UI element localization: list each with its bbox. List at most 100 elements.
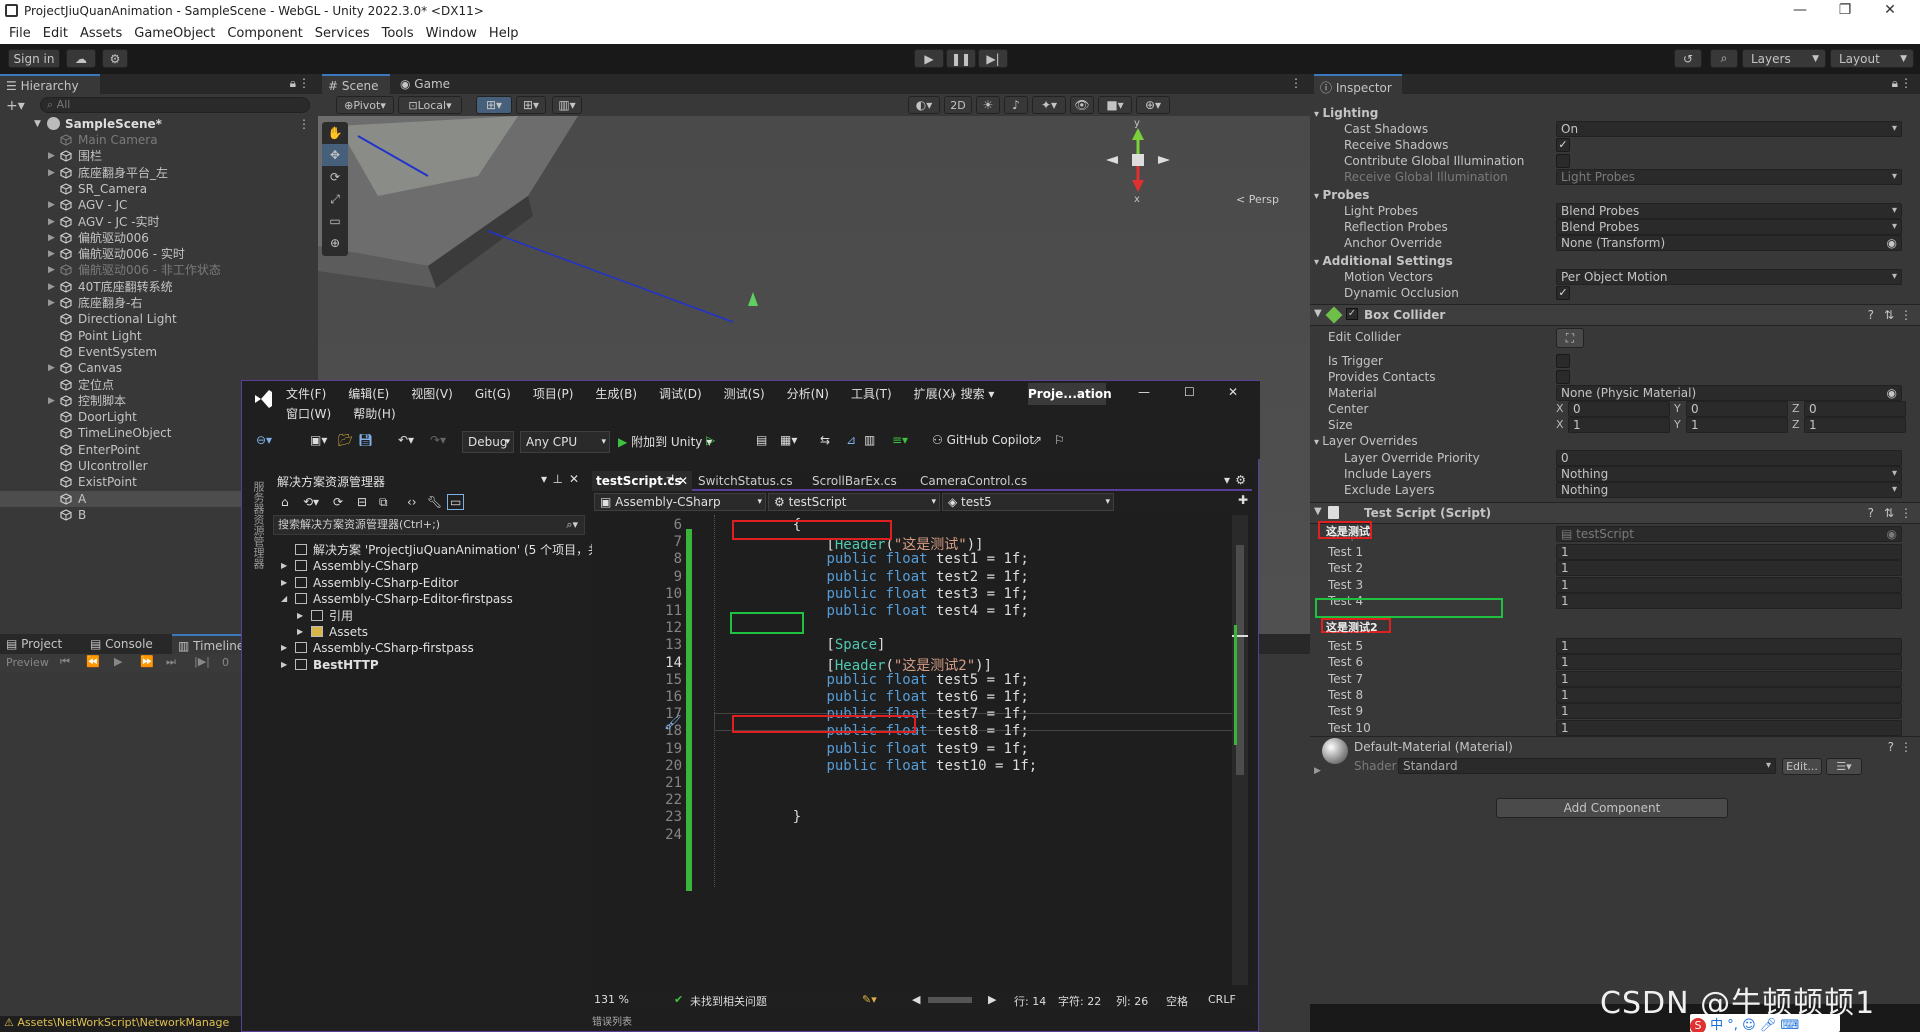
solution-tree-item[interactable]: ▶ Assembly-CSharp bbox=[273, 557, 585, 575]
vs-menu-git[interactable]: Git(G) bbox=[475, 387, 511, 401]
lock-icon[interactable]: 🔒︎ bbox=[290, 76, 296, 91]
test-field-input[interactable]: 1 bbox=[1556, 576, 1902, 593]
gizmos-icon[interactable]: ⊕▾ bbox=[1136, 96, 1170, 114]
home-icon[interactable]: ⌂ bbox=[281, 495, 289, 509]
orientation-gizmo[interactable]: y x bbox=[1098, 118, 1178, 205]
horizontal-scrollbar[interactable] bbox=[928, 997, 972, 1003]
exclude-layers-dropdown[interactable]: Nothing bbox=[1556, 482, 1902, 498]
scene-more-icon[interactable]: ⋮ bbox=[298, 116, 310, 132]
scale-tool-icon[interactable]: ⤢ bbox=[322, 188, 348, 210]
pivot-dropdown[interactable]: ⊕ Pivot ▾ bbox=[336, 96, 394, 114]
line-ending[interactable]: CRLF bbox=[1208, 993, 1236, 1006]
vs-menu-build[interactable]: 生成(B) bbox=[595, 387, 637, 401]
preview-selected-icon[interactable]: ▭ bbox=[447, 494, 465, 510]
expand-arrow-icon[interactable]: ▶ bbox=[48, 393, 55, 409]
save-icon[interactable]: 💾︎ bbox=[358, 433, 373, 447]
effects-toggle-icon[interactable]: ✦▾ bbox=[1032, 96, 1066, 114]
redo-icon[interactable]: ↷▾ bbox=[430, 433, 446, 447]
test-field-input[interactable]: 1 bbox=[1556, 592, 1902, 609]
hierarchy-item[interactable]: ▶ 偏航驱动006 - 实时 bbox=[0, 246, 318, 262]
center-input[interactable]: 0 bbox=[1568, 401, 1670, 417]
hierarchy-item[interactable]: ▶ 偏航驱动006 bbox=[0, 230, 318, 246]
test-field-input[interactable]: 1 bbox=[1556, 544, 1902, 560]
vs-menu-help[interactable]: 帮助(H) bbox=[353, 407, 395, 421]
frame-counter[interactable]: 0 bbox=[222, 656, 229, 669]
open-file-icon[interactable]: 📂︎ bbox=[338, 433, 353, 447]
toolbar-icon-c[interactable]: ⇆ bbox=[820, 433, 830, 447]
solution-tree-item[interactable]: ▶ Assembly-CSharp-firstpass bbox=[273, 639, 585, 657]
github-copilot-button[interactable]: ⚇ GitHub Copilot bbox=[932, 433, 1034, 447]
class-dropdown[interactable]: ⚙ testScript ▾ bbox=[768, 493, 940, 511]
new-item-icon[interactable]: ▣▾ bbox=[310, 433, 327, 447]
expand-arrow-icon[interactable]: ▶ bbox=[48, 197, 55, 213]
undo-icon[interactable]: ↶▾ bbox=[398, 433, 414, 447]
split-editor-icon[interactable]: ✚ bbox=[1238, 493, 1248, 507]
ime-emoji-icon[interactable]: ☺ bbox=[1742, 1018, 1756, 1032]
hierarchy-item[interactable]: ▶ 围栏 bbox=[0, 148, 318, 164]
probes-header[interactable]: Probes bbox=[1314, 188, 1370, 202]
toolbar-icon-b[interactable]: ▦▾ bbox=[780, 433, 797, 447]
tab-switchstatus[interactable]: SwitchStatus.cs bbox=[698, 474, 793, 488]
material-more-icon[interactable]: ⋮ bbox=[1900, 740, 1912, 754]
expand-arrow-icon[interactable]: ▶ bbox=[48, 214, 55, 230]
help-icon[interactable]: ? bbox=[1868, 308, 1874, 322]
minimize-button[interactable]: — bbox=[1780, 2, 1820, 18]
shader-list-icon[interactable]: ☰▾ bbox=[1826, 758, 1862, 775]
hand-tool-icon[interactable]: ✋ bbox=[322, 122, 348, 144]
dynamic-occlusion-checkbox[interactable]: ✓ bbox=[1556, 286, 1570, 300]
edit-shader-button[interactable]: Edit... bbox=[1782, 758, 1822, 775]
solution-tree-item[interactable]: ◢ Assembly-CSharp-Editor-firstpass bbox=[273, 590, 585, 608]
rotate-tool-icon[interactable]: ⟳ bbox=[322, 166, 348, 188]
settings-gear-icon[interactable]: ⚙ bbox=[1235, 473, 1246, 487]
move-tool-icon[interactable]: ✥ bbox=[322, 144, 348, 166]
is-trigger-checkbox[interactable] bbox=[1556, 354, 1570, 368]
object-picker-icon[interactable]: ◉ bbox=[1887, 236, 1897, 250]
code-line[interactable]: public float test1 = 1f; bbox=[759, 551, 1028, 567]
close-tab-icon[interactable]: ✕ bbox=[678, 474, 688, 488]
rect-tool-icon[interactable]: ▭ bbox=[322, 210, 348, 232]
preview-button[interactable]: Preview bbox=[6, 656, 49, 669]
layer-overrides-foldout[interactable]: Layer Overrides bbox=[1314, 434, 1417, 448]
contribute-gi-checkbox[interactable] bbox=[1556, 154, 1570, 168]
more-options-icon[interactable]: ⋮ bbox=[1900, 76, 1912, 90]
zoom-level[interactable]: 131 % bbox=[594, 993, 629, 1006]
vertical-scrollbar[interactable] bbox=[1232, 515, 1248, 985]
presets-icon[interactable]: ⇅ bbox=[1884, 506, 1894, 520]
toolbar-icon-d[interactable]: ⊿ bbox=[846, 433, 856, 447]
configuration-dropdown[interactable]: Debug ▾ bbox=[462, 431, 514, 453]
vs-maximize-button[interactable]: ☐ bbox=[1184, 385, 1195, 399]
tab-list-icon[interactable]: ▾ bbox=[1224, 473, 1230, 487]
hierarchy-item[interactable]: ▶ 40T底座翻转系统 bbox=[0, 279, 318, 295]
maximize-button[interactable]: ❐ bbox=[1825, 2, 1865, 18]
hierarchy-item[interactable]: ▶ 底座翻身平台_左 bbox=[0, 165, 318, 181]
foldout-arrow-icon[interactable]: ▼ bbox=[1314, 506, 1322, 517]
solution-tree-item[interactable]: ▶ Assembly-CSharp-Editor bbox=[273, 574, 585, 592]
layer-override-priority-input[interactable]: 0 bbox=[1556, 450, 1902, 466]
member-dropdown[interactable]: ◈ test5 ▾ bbox=[942, 493, 1114, 511]
assembly-dropdown[interactable]: ▣ Assembly-CSharp ▾ bbox=[594, 493, 766, 511]
foldout-arrow-icon[interactable]: ▼ bbox=[1314, 308, 1322, 319]
hierarchy-item[interactable]: ▶ 底座翻身-右 bbox=[0, 295, 318, 311]
tab-inspector[interactable]: ⓘ Inspector bbox=[1314, 74, 1402, 95]
toggle-2d-button[interactable]: 2D bbox=[944, 96, 972, 114]
vs-menu-debug[interactable]: 调试(D) bbox=[659, 387, 702, 401]
more-options-icon[interactable]: ⋮ bbox=[298, 76, 310, 90]
motion-vectors-dropdown[interactable]: Per Object Motion bbox=[1556, 269, 1902, 285]
expand-arrow-icon[interactable]: ▶ bbox=[48, 230, 55, 246]
pin-icon[interactable]: ⊥ bbox=[553, 472, 563, 486]
tree-expand-icon[interactable]: ▶ bbox=[297, 623, 303, 641]
vs-menu-test[interactable]: 测试(S) bbox=[724, 387, 765, 401]
services-gear-icon[interactable]: ⚙ bbox=[102, 49, 128, 68]
hierarchy-item[interactable]: ▶ AGV - JC bbox=[0, 197, 318, 213]
quick-action-icon[interactable]: 🖌︎ bbox=[664, 715, 682, 731]
code-view-icon[interactable]: ‹› bbox=[407, 495, 417, 509]
vs-menu-file[interactable]: 文件(F) bbox=[286, 387, 326, 401]
tab-scrollbarex[interactable]: ScrollBarEx.cs bbox=[812, 474, 897, 488]
timeline-prev-frame-icon[interactable]: ⏪ bbox=[86, 655, 100, 668]
menu-file[interactable]: File bbox=[9, 26, 31, 41]
visibility-toggle-icon[interactable]: 👁︎ bbox=[1070, 96, 1094, 114]
tree-expand-icon[interactable]: ▶ bbox=[281, 639, 287, 657]
receive-shadows-checkbox[interactable]: ✓ bbox=[1556, 138, 1570, 152]
menu-services[interactable]: Services bbox=[315, 26, 370, 41]
code-line[interactable]: } bbox=[759, 809, 801, 825]
